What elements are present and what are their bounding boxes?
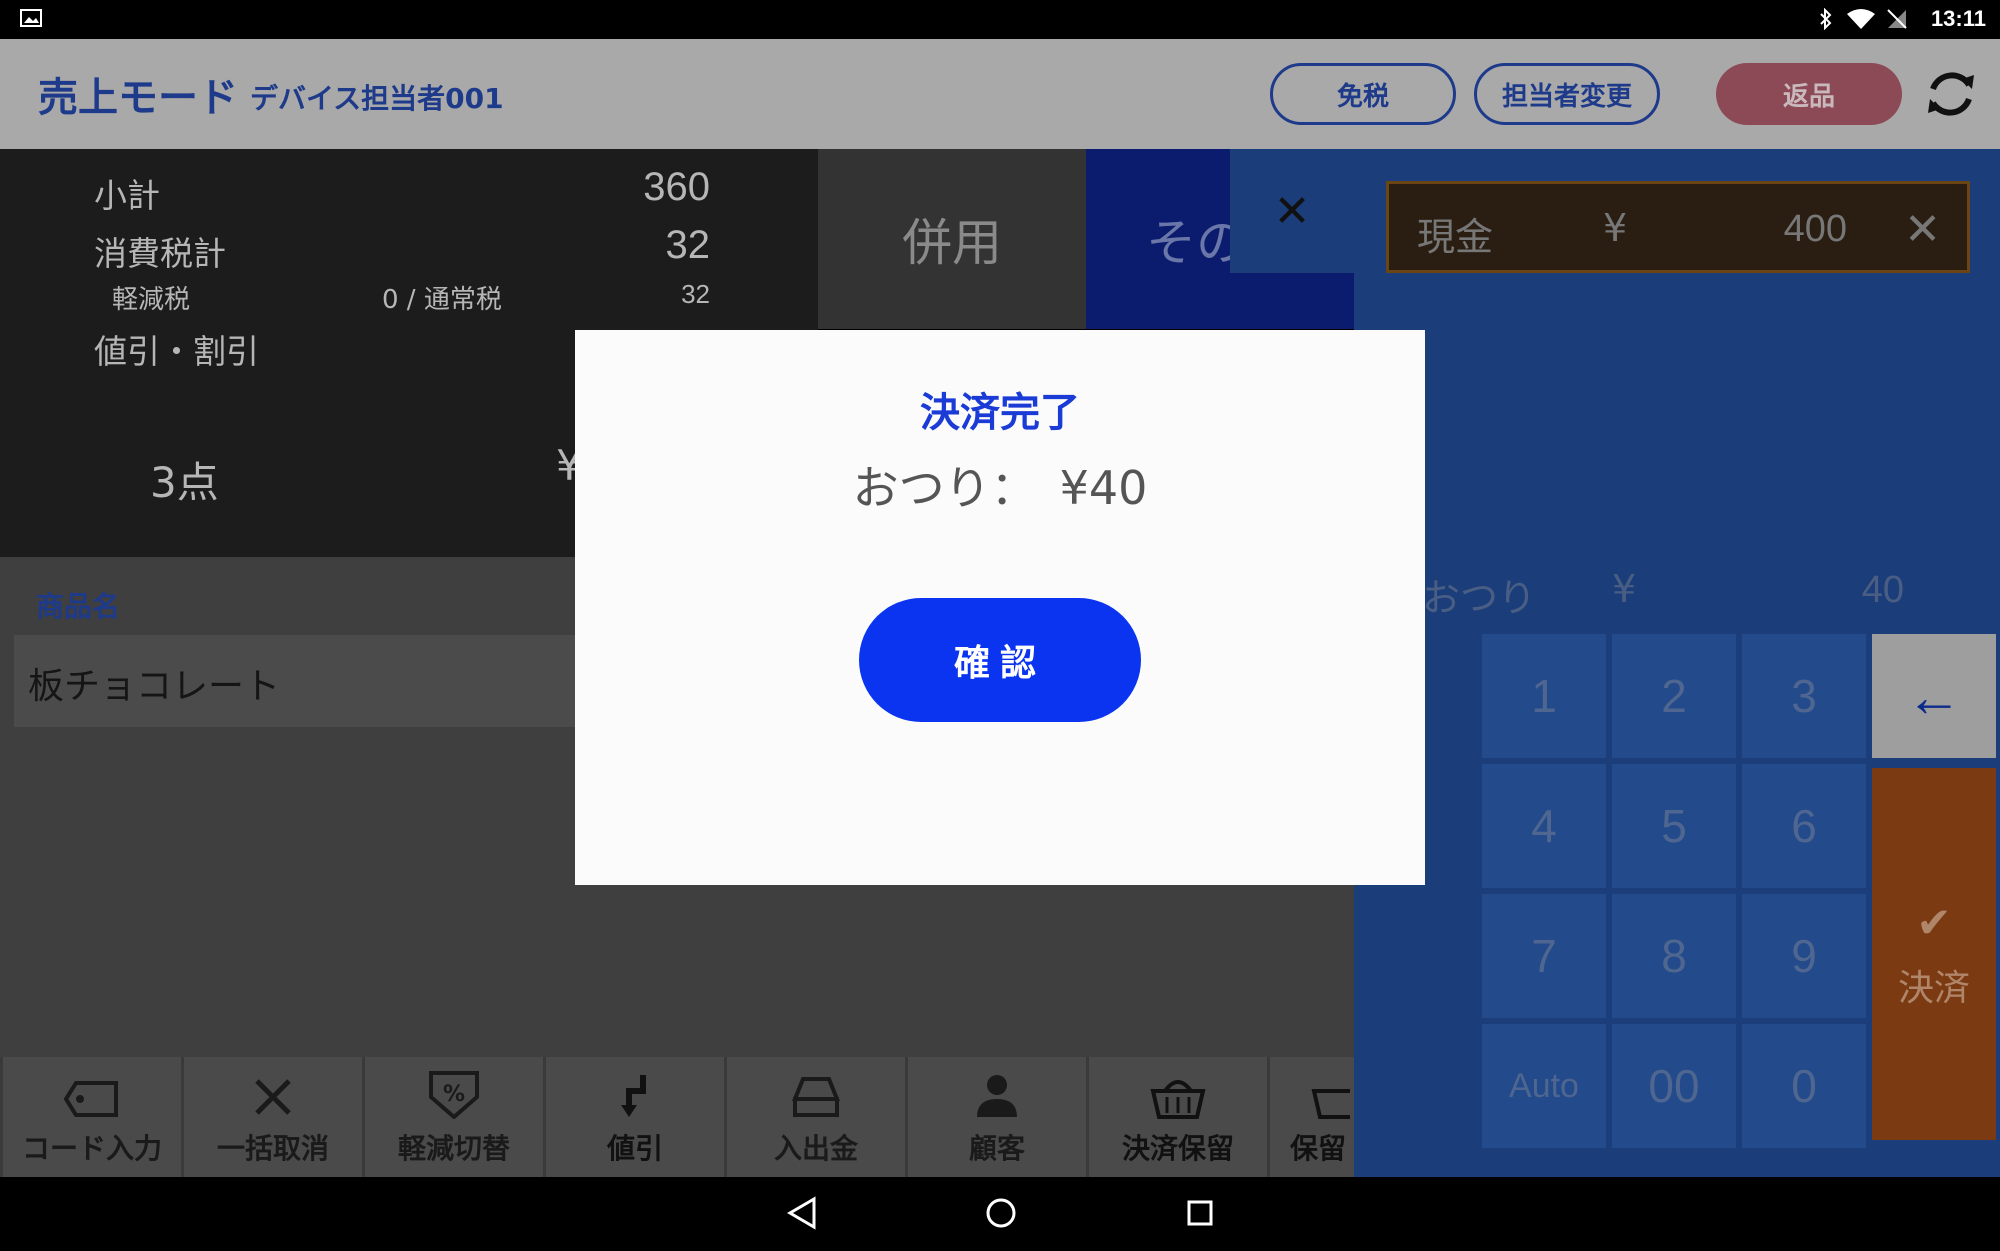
clock: 13:11 <box>1930 6 1986 31</box>
basket-icon <box>1150 1080 1206 1119</box>
gallery-icon <box>20 9 42 27</box>
recent-apps-icon[interactable] <box>1184 1195 1216 1231</box>
wifi-icon <box>1847 9 1875 29</box>
subtotal-label: 小計 <box>94 176 160 215</box>
key-5[interactable]: 5 <box>1612 764 1736 888</box>
tag-icon <box>64 1081 118 1117</box>
basket-icon <box>1311 1089 1350 1119</box>
return-button[interactable]: 返品 <box>1716 63 1902 125</box>
change-row: おつり ¥ 40 <box>1354 561 2000 621</box>
staff-name: デバイス担当者001 <box>250 82 504 115</box>
payment-panel: 現金 ¥ 400 ✕ おつり ¥ 40 1 2 3 ← 4 5 6 7 8 9 … <box>1354 149 2000 1177</box>
person-icon <box>977 1075 1017 1117</box>
drawer-icon <box>792 1077 840 1117</box>
key-1[interactable]: 1 <box>1482 634 1606 758</box>
tool-label: 一括取消 <box>216 1132 329 1165</box>
bluetooth-icon <box>1820 8 1832 30</box>
change-staff-button[interactable]: 担当者変更 <box>1474 63 1660 125</box>
cash-amount-field[interactable]: 現金 ¥ 400 ✕ <box>1386 181 1970 273</box>
normal-tax-value: 32 <box>681 279 710 309</box>
tax-free-button[interactable]: 免税 <box>1270 63 1456 125</box>
back-icon[interactable] <box>786 1195 818 1231</box>
key-6[interactable]: 6 <box>1742 764 1866 888</box>
cross-icon <box>255 1079 291 1115</box>
key-9[interactable]: 9 <box>1742 894 1866 1018</box>
discount-arrow-icon <box>621 1075 646 1117</box>
confirm-button[interactable]: 確認 <box>859 598 1141 722</box>
key-8[interactable]: 8 <box>1612 894 1736 1018</box>
tax-label: 消費税計 <box>94 234 226 273</box>
status-bar: 13:11 <box>0 0 2000 39</box>
tool-discount[interactable]: 値引 <box>546 1057 724 1177</box>
payment-method-label: 現金 <box>1417 215 1494 259</box>
key-00[interactable]: 00 <box>1612 1024 1736 1148</box>
svg-text:%: % <box>443 1082 465 1107</box>
reduced-tax-label: 軽減税 <box>112 285 191 315</box>
list-header-product-name: 商品名 <box>36 590 121 623</box>
key-0[interactable]: 0 <box>1742 1024 1866 1148</box>
tool-cancel-all[interactable]: 一括取消 <box>184 1057 362 1177</box>
item-count: 3点 <box>150 458 219 507</box>
percent-tag-icon: % <box>429 1071 479 1119</box>
tool-cash-in-out[interactable]: 入出金 <box>727 1057 905 1177</box>
change-currency: ¥ <box>1612 567 1637 611</box>
subtotal-value: 360 <box>643 165 710 209</box>
bottom-toolbar: コード入力 一括取消 % 軽減切替 値引 入出金 顧客 決済保留 保留 <box>0 1057 1354 1177</box>
key-auto[interactable]: Auto <box>1482 1024 1606 1148</box>
key-3[interactable]: 3 <box>1742 634 1866 758</box>
key-4[interactable]: 4 <box>1482 764 1606 888</box>
pay-label: 決済 <box>1897 967 1970 1009</box>
dialog-title: 決済完了 <box>920 390 1080 436</box>
tool-reduced-switch[interactable]: % 軽減切替 <box>365 1057 543 1177</box>
tool-hold[interactable]: 保留 <box>1270 1057 1354 1177</box>
tool-label: 決済保留 <box>1121 1132 1234 1165</box>
pay-button[interactable]: ✔ 決済 <box>1872 768 1996 1140</box>
signal-icon <box>1887 9 1907 29</box>
product-name: 板チョコレート <box>28 666 281 707</box>
tool-label: 入出金 <box>773 1132 858 1165</box>
tool-customer[interactable]: 顧客 <box>908 1057 1086 1177</box>
close-icon[interactable]: ✕ <box>1230 149 1354 273</box>
home-icon[interactable] <box>984 1195 1018 1231</box>
check-icon: ✔ <box>1916 897 1952 947</box>
change-label: おつり <box>1422 576 1537 620</box>
tool-hold-payment[interactable]: 決済保留 <box>1089 1057 1267 1177</box>
tool-code-input[interactable]: コード入力 <box>3 1057 181 1177</box>
backspace-key[interactable]: ← <box>1872 634 1996 758</box>
key-7[interactable]: 7 <box>1482 894 1606 1018</box>
payment-complete-dialog: 決済完了 おつり： ¥40 確認 <box>575 330 1425 885</box>
change-value: 40 <box>1861 569 1904 611</box>
currency-sign: ¥ <box>1603 206 1628 250</box>
navigation-bar <box>0 1177 2000 1251</box>
tool-label: 軽減切替 <box>397 1132 510 1165</box>
tax-value: 32 <box>665 223 711 267</box>
tab-combine[interactable]: 併用 <box>818 149 1086 329</box>
tool-label: コード入力 <box>21 1132 162 1165</box>
cash-amount: 400 <box>1783 208 1847 250</box>
tool-label: 顧客 <box>968 1132 1025 1165</box>
dialog-change-text: おつり： ¥40 <box>852 461 1148 515</box>
mode-title: 売上モード <box>38 75 238 121</box>
app-header: 売上モード デバイス担当者001 免税 担当者変更 返品 <box>0 39 2000 149</box>
reduced-normal-tax-label: 0 / 通常税 <box>382 285 502 315</box>
tool-label: 値引 <box>606 1132 663 1165</box>
tool-label: 保留 <box>1290 1132 1347 1165</box>
refresh-icon[interactable] <box>1922 65 1980 123</box>
clear-icon[interactable]: ✕ <box>1904 204 1941 255</box>
key-2[interactable]: 2 <box>1612 634 1736 758</box>
discount-label: 値引・割引 <box>94 332 259 371</box>
